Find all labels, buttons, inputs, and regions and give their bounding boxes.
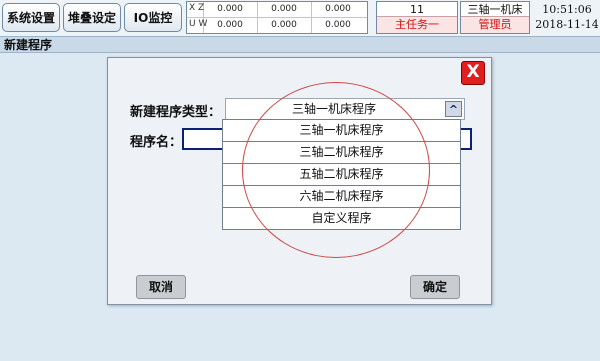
clock-date: 2018-11-14 [535, 18, 599, 31]
axis-value: 0.000 [271, 20, 297, 30]
system-settings-button[interactable]: 系统设置 [2, 3, 60, 32]
program-type-dropdown: 三轴一机床程序 三轴二机床程序 五轴二机床程序 六轴二机床程序 自定义程序 [222, 119, 461, 230]
axis-value: 0.000 [217, 20, 243, 30]
io-monitor-button[interactable]: IO监控 [124, 3, 182, 32]
clock-time: 10:51:06 [542, 3, 592, 16]
chevron-up-icon[interactable]: ^ [445, 101, 462, 117]
dropdown-option[interactable]: 六轴二机床程序 [223, 186, 460, 208]
axis-position-panel: X Z U W 0.000 0.000 0.000 0.000 0.000 0.… [186, 1, 368, 34]
axis-value: 0.000 [217, 4, 243, 14]
ok-button[interactable]: 确定 [410, 275, 460, 299]
machine-panel[interactable]: 三轴一机床 管理员 [460, 1, 530, 34]
program-type-label: 新建程序类型： [130, 105, 222, 120]
task-panel[interactable]: 11 主任务一 [376, 1, 458, 34]
axis-value: 0.000 [271, 4, 297, 14]
cancel-button[interactable]: 取消 [136, 275, 186, 299]
dropdown-option[interactable]: 自定义程序 [223, 208, 460, 230]
axis-xz-label: X Z [189, 3, 205, 13]
program-type-value: 三轴一机床程序 [291, 102, 376, 116]
axis-value: 0.000 [325, 4, 351, 14]
program-name-label: 程序名： [130, 135, 183, 150]
clock: 10:51:06 2018-11-14 [534, 2, 600, 32]
dropdown-option[interactable]: 三轴二机床程序 [223, 142, 460, 164]
close-icon[interactable]: X [461, 61, 485, 85]
stack-settings-button[interactable]: 堆叠设定 [63, 3, 121, 32]
dropdown-option[interactable]: 五轴二机床程序 [223, 164, 460, 186]
top-bar: 系统设置 堆叠设定 IO监控 X Z U W 0.000 0.000 0.000… [0, 0, 600, 37]
dropdown-option[interactable]: 三轴一机床程序 [223, 120, 460, 142]
axis-value: 0.000 [325, 20, 351, 30]
task-label: 主任务一 [377, 16, 457, 33]
program-type-select[interactable]: 三轴一机床程序 ^ [225, 98, 465, 120]
user-role: 管理员 [461, 16, 529, 33]
page-title: 新建程序 [0, 37, 600, 53]
